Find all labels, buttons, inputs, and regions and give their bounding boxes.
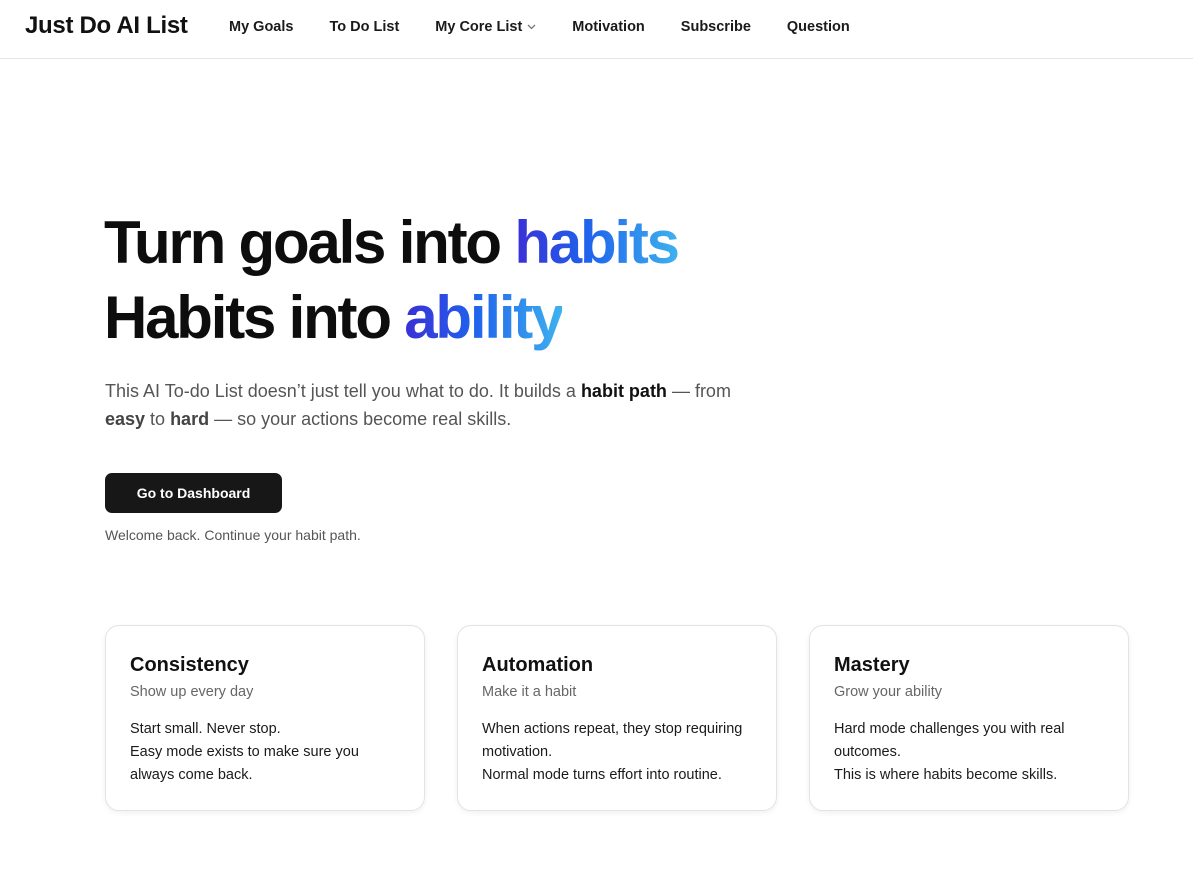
- nav-item-label: My Core List: [435, 19, 523, 35]
- desc-part: — so your actions become real skills.: [209, 409, 512, 429]
- nav-item-label: My Goals: [229, 19, 294, 35]
- hero-line1-text: Turn goals into: [104, 209, 515, 276]
- nav-item-subscribe[interactable]: Subscribe: [663, 10, 769, 44]
- card-body-line: Hard mode challenges you with real outco…: [834, 721, 1065, 760]
- desc-emphasis-habit-path: habit path: [580, 381, 667, 401]
- card-automation: Automation Make it a habit When actions …: [457, 625, 777, 811]
- hero-description: This AI To-do List doesn’t just tell you…: [105, 377, 785, 433]
- nav-item-label: To Do List: [329, 19, 400, 35]
- nav-item-my-core-list[interactable]: My Core List: [417, 10, 554, 44]
- card-title: Consistency: [130, 654, 249, 676]
- nav-item-motivation[interactable]: Motivation: [554, 10, 663, 44]
- card-consistency: Consistency Show up every day Start smal…: [105, 625, 425, 811]
- card-body: Hard mode challenges you with real outco…: [834, 718, 1104, 787]
- card-body: When actions repeat, they stop requiring…: [482, 718, 752, 787]
- card-subtitle: Show up every day: [130, 684, 254, 700]
- card-title: Mastery: [834, 654, 910, 676]
- card-title: Automation: [482, 654, 594, 676]
- hero-headline-line-2: Habits into ability: [104, 280, 678, 355]
- hero-line2-text: Habits into: [104, 284, 405, 351]
- desc-emphasis-hard: hard: [170, 409, 210, 429]
- card-mastery: Mastery Grow your ability Hard mode chal…: [809, 625, 1129, 811]
- hero-headline-line-1: Turn goals into habits: [104, 205, 680, 280]
- card-body-line: Normal mode turns effort into routine.: [482, 767, 722, 783]
- card-body-line: This is where habits become skills.: [834, 767, 1058, 783]
- hero-headline: Turn goals into habits Habits into abili…: [104, 205, 680, 355]
- desc-part: to: [145, 409, 171, 429]
- desc-part: — from: [666, 381, 731, 401]
- hero-line1-accent: habits: [514, 209, 680, 276]
- nav-item-label: Motivation: [572, 19, 645, 35]
- nav-item-question[interactable]: Question: [769, 10, 868, 44]
- card-body-line: Start small. Never stop.: [130, 721, 281, 737]
- desc-emphasis-easy: easy: [105, 409, 146, 429]
- nav-item-my-goals[interactable]: My Goals: [211, 10, 311, 44]
- brand-logo-text[interactable]: Just Do AI List: [25, 12, 188, 40]
- go-to-dashboard-button[interactable]: Go to Dashboard: [105, 473, 282, 513]
- chevron-down-icon: [527, 22, 536, 32]
- nav-item-label: Question: [786, 19, 850, 35]
- card-subtitle: Grow your ability: [834, 684, 942, 700]
- card-subtitle: Make it a habit: [482, 684, 577, 700]
- welcome-message: Welcome back. Continue your habit path.: [105, 527, 361, 543]
- card-body-line: When actions repeat, they stop requiring…: [482, 721, 743, 760]
- desc-part: This AI To-do List doesn’t just tell you…: [105, 381, 581, 401]
- card-body: Start small. Never stop. Easy mode exist…: [130, 718, 400, 787]
- nav-item-to-do-list[interactable]: To Do List: [311, 10, 417, 44]
- top-navigation-bar: Just Do AI List My Goals To Do List My C…: [0, 0, 1193, 59]
- card-body-line: Easy mode exists to make sure you always…: [130, 744, 359, 783]
- nav-item-label: Subscribe: [680, 19, 751, 35]
- hero-line2-accent: ability: [404, 284, 564, 351]
- main-nav: My Goals To Do List My Core List Motivat…: [211, 10, 868, 44]
